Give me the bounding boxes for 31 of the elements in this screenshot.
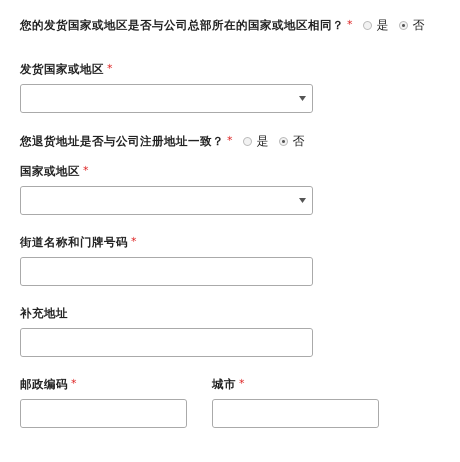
- field-label: 城市: [212, 377, 236, 392]
- caret-icon: [299, 96, 306, 101]
- required-mark: *: [107, 62, 112, 75]
- input-field[interactable]: [20, 399, 187, 428]
- input-field[interactable]: [20, 328, 313, 357]
- radio-option[interactable]: 是: [242, 133, 268, 150]
- radio-option[interactable]: 否: [398, 17, 424, 34]
- required-mark: *: [239, 377, 244, 390]
- required-mark: *: [71, 377, 76, 390]
- field-label: 您的发货国家或地区是否与公司总部所在的国家或地区相同？: [20, 18, 344, 33]
- radio-option[interactable]: 否: [278, 133, 304, 150]
- field-label: 您退货地址是否与公司注册地址一致？: [20, 134, 224, 149]
- caret-icon: [299, 198, 306, 203]
- radio-icon[interactable]: [362, 21, 372, 30]
- input-field[interactable]: [20, 257, 313, 286]
- field-label: 国家或地区: [20, 164, 80, 179]
- radio-icon[interactable]: [398, 21, 408, 30]
- radio-option[interactable]: 是: [362, 17, 388, 34]
- required-mark: *: [227, 134, 232, 147]
- radio-icon[interactable]: [278, 137, 288, 146]
- field-label: 补充地址: [20, 306, 68, 321]
- required-mark: *: [347, 18, 352, 31]
- radio-icon[interactable]: [242, 137, 252, 146]
- field-label: 街道名称和门牌号码: [20, 235, 128, 250]
- dropdown-field[interactable]: [20, 84, 313, 113]
- required-mark: *: [131, 235, 136, 248]
- dropdown-field[interactable]: [20, 186, 313, 215]
- field-label: 发货国家或地区: [20, 62, 104, 77]
- input-field[interactable]: [212, 399, 379, 428]
- field-label: 邮政编码: [20, 377, 68, 392]
- required-mark: *: [83, 164, 88, 177]
